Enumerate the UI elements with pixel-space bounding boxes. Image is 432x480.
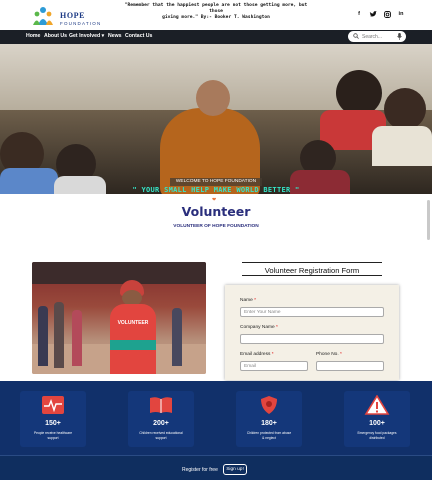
volunteer-photo: VOLUNTEER: [32, 262, 206, 374]
hero-slogan: " YOUR SMALL HELP MAKE WORLD BETTER ": [132, 186, 300, 194]
logo-people-icon: [33, 7, 53, 25]
header-quote: "Remember that the happiest people are n…: [122, 3, 310, 21]
background-person: [72, 310, 82, 366]
stat-label-line: support: [155, 435, 167, 440]
book-icon: [150, 397, 172, 413]
person-shirt: [110, 304, 156, 374]
stat-label: Children received educational support: [128, 431, 194, 440]
signup-button[interactable]: Sign up!: [223, 464, 247, 475]
stat-label-line: distributed: [369, 435, 385, 440]
shirt-text: VOLUNTEER: [117, 320, 149, 326]
background-person: [38, 306, 48, 366]
child-shirt: [54, 176, 106, 194]
name-field[interactable]: Enter Your Name: [240, 307, 384, 317]
logo-title: HOPE: [60, 11, 86, 20]
name-placeholder: Enter Your Name: [244, 310, 281, 315]
search-box[interactable]: Search...: [348, 31, 406, 42]
required-mark: *: [340, 352, 342, 357]
stat-label: People receive healthcare support: [20, 431, 86, 440]
stat-value: 200+: [153, 420, 169, 427]
name-label-text: Name: [240, 298, 253, 303]
stat-healthcare: 150+ People receive healthcare support: [20, 391, 86, 447]
child-figure: [384, 88, 426, 130]
nav-about-us[interactable]: About Us: [44, 33, 67, 39]
twitter-bird-glyph: [369, 11, 377, 17]
company-label: Company Name *: [240, 325, 278, 330]
monk-figure-head: [196, 80, 230, 116]
nav-home[interactable]: Home: [26, 33, 40, 39]
logo-subtitle: FOUNDATION: [60, 21, 102, 26]
chevron-down-icon: ▾: [101, 33, 105, 39]
required-mark: *: [271, 352, 274, 357]
quote-line-1: "Remember that the happiest people are n…: [124, 3, 308, 14]
phone-field[interactable]: [316, 361, 384, 371]
email-field[interactable]: Email: [240, 361, 308, 371]
child-shirt: [372, 126, 432, 166]
impact-stats-band: 150+ People receive healthcare support 2…: [0, 381, 432, 455]
registration-form: Name * Enter Your Name Company Name * Em…: [225, 285, 399, 380]
top-header: HOPE FOUNDATION "Remember that the happi…: [0, 0, 432, 30]
company-field[interactable]: [240, 334, 384, 344]
warning-icon: [364, 395, 390, 415]
linkedin-icon[interactable]: in: [396, 11, 406, 19]
volunteer-title: Volunteer: [181, 204, 251, 219]
phone-label-text: Phone No.: [316, 352, 339, 357]
email-placeholder: Email: [244, 364, 256, 369]
quote-line-2: giving more." By:- Booker T. Washington: [162, 15, 270, 20]
stat-emergency-food: 100+ Emergency food packages distributed: [344, 391, 410, 447]
phone-label: Phone No. *: [316, 352, 342, 357]
person-shirt-stripe: [110, 340, 156, 350]
register-text: Register for free: [182, 467, 218, 473]
heartbeat-icon: [42, 396, 64, 414]
signup-footer: Register for free Sign up!: [0, 455, 432, 480]
stat-education: 200+ Children received educational suppo…: [128, 391, 194, 447]
volunteer-subtitle: VOLUNTEER OF HOPE FOUNDATION: [173, 224, 259, 229]
required-mark: *: [254, 298, 257, 303]
email-label-text: Email address: [240, 352, 271, 357]
company-label-text: Company Name: [240, 325, 275, 330]
nav-get-involved-label: Get Involved: [69, 33, 101, 39]
facebook-icon[interactable]: f: [354, 11, 364, 19]
name-label: Name *: [240, 298, 256, 303]
form-title-frame: Volunteer Registration Form: [242, 262, 382, 276]
volunteer-person: VOLUNTEER: [106, 280, 160, 374]
stat-protection: 180+ Children protected from abuse & neg…: [236, 391, 302, 447]
search-input[interactable]: Search...: [362, 34, 382, 40]
background-person: [54, 302, 64, 368]
hero-banner-image: [0, 44, 432, 194]
search-icon: [353, 33, 359, 39]
nav-get-involved[interactable]: Get Involved ▾: [69, 33, 104, 39]
stat-label-line: & neglect: [262, 435, 276, 440]
stat-value: 150+: [45, 420, 61, 427]
nav-news[interactable]: News: [108, 33, 122, 39]
microphone-icon[interactable]: [397, 33, 402, 40]
heart-icon: ❤: [212, 197, 217, 203]
main-navbar: Home About Us Get Involved ▾ News Contac…: [0, 30, 432, 44]
stat-label: Children protected from abuse & neglect: [236, 431, 302, 440]
twitter-icon[interactable]: [368, 11, 378, 19]
instagram-glyph: [383, 11, 391, 18]
page-scrollbar-thumb[interactable]: [427, 200, 430, 240]
form-title: Volunteer Registration Form: [264, 265, 360, 275]
email-label: Email address *: [240, 352, 274, 357]
required-mark: *: [276, 325, 278, 330]
stat-label: Emergency food packages distributed: [344, 431, 410, 440]
hero-welcome-text: WELCOME TO HOPE FOUNDATION: [175, 179, 257, 184]
background-person: [172, 308, 182, 366]
hope-foundation-logo[interactable]: HOPE FOUNDATION: [32, 5, 112, 27]
stat-label-line: support: [47, 435, 59, 440]
instagram-icon[interactable]: [382, 11, 392, 19]
stat-value: 180+: [261, 420, 277, 427]
stat-value: 100+: [369, 420, 385, 427]
shield-icon: [261, 396, 277, 414]
child-shirt: [0, 168, 58, 194]
nav-contact-us[interactable]: Contact Us: [125, 33, 152, 39]
